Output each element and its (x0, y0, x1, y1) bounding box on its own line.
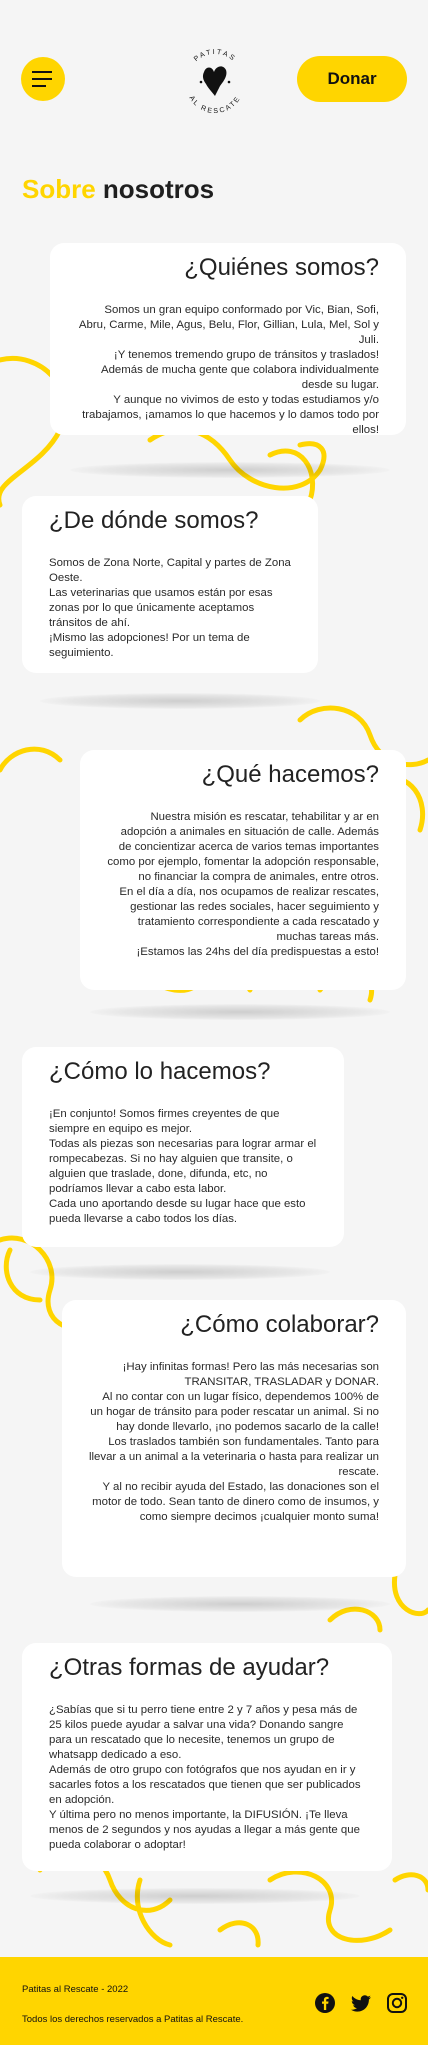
instagram-icon[interactable] (386, 1992, 408, 2014)
site-header: PATITAS AL RESCATE Donar (0, 49, 428, 132)
logo-icon[interactable]: PATITAS AL RESCATE (176, 42, 254, 120)
footer-rights: Todos los derechos reservados a Patitas … (22, 2014, 244, 2025)
section-title: ¿Otras formas de ayudar? (49, 1654, 330, 1681)
section-title: ¿Quiénes somos? (184, 254, 379, 281)
logo-text-bottom: AL RESCATE (188, 95, 241, 115)
twitter-icon[interactable] (350, 1992, 372, 2014)
social-links (314, 1992, 408, 2014)
card-shadow (70, 462, 390, 478)
section-otras-formas: ¿Otras formas de ayudar? ¿Sabías que si … (22, 1643, 392, 1871)
section-body: Nuestra misión es rescatar, tehabilitar … (107, 811, 379, 959)
svg-text:PATITAS: PATITAS (193, 49, 237, 63)
card-shadow (90, 1004, 390, 1020)
section-body: ¡En conjunto! Somos firmes creyentes de … (49, 1108, 317, 1226)
section-body: Somos de Zona Norte, Capital y partes de… (49, 557, 291, 660)
section-como-colaborar: ¿Cómo colaborar? ¡Hay infinitas formas! … (62, 1300, 406, 1577)
section-body: ¿Sabías que si tu perro tiene entre 2 y … (49, 1704, 361, 1852)
page-title-rest: nosotros (102, 174, 215, 204)
section-body: ¡Hay infinitas formas! Pero las más nece… (89, 1361, 379, 1524)
section-title: ¿Cómo lo hacemos? (49, 1058, 271, 1085)
svg-text:AL RESCATE: AL RESCATE (188, 95, 243, 115)
card-shadow (90, 1596, 390, 1612)
section-de-donde-somos: ¿De dónde somos? Somos de Zona Norte, Ca… (22, 496, 318, 673)
section-title: ¿Qué hacemos? (201, 761, 379, 788)
section-title: ¿De dónde somos? (49, 507, 259, 534)
site-footer: Patitas al Rescate - 2022 Todos los dere… (0, 1957, 428, 2045)
menu-button[interactable] (21, 57, 65, 101)
card-shadow (30, 1264, 330, 1280)
facebook-icon[interactable] (314, 1992, 336, 2014)
menu-icon (32, 71, 52, 87)
footer-brand: Patitas al Rescate - 2022 (22, 1984, 129, 1995)
section-quienes-somos: ¿Quiénes somos? Somos un gran equipo con… (50, 243, 406, 437)
donate-button[interactable]: Donar (297, 56, 407, 102)
logo-text-top: PATITAS (193, 49, 235, 63)
section-que-hacemos: ¿Qué hacemos? Nuestra misión es rescatar… (80, 750, 406, 990)
section-como-lo-hacemos: ¿Cómo lo hacemos? ¡En conjunto! Somos fi… (22, 1047, 344, 1247)
section-body: Somos un gran equipo conformado por Vic,… (78, 304, 379, 437)
card-shadow (30, 1888, 360, 1904)
page-title: Sobre nosotros (22, 174, 214, 205)
section-title: ¿Cómo colaborar? (180, 1311, 379, 1338)
card-shadow (40, 693, 320, 709)
page-title-accent: Sobre (22, 174, 96, 204)
